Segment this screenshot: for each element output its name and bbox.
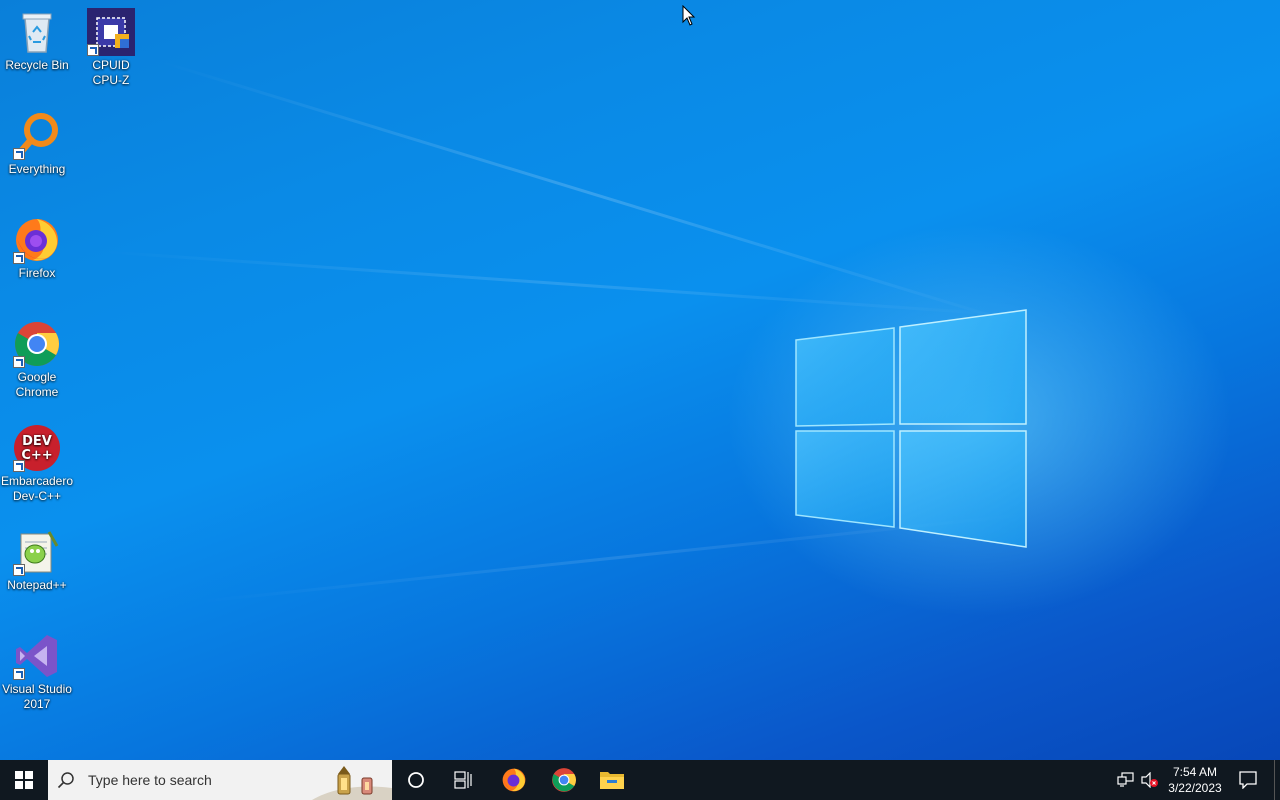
volume-muted-icon	[1141, 772, 1158, 788]
desktop-icon-label: Everything	[8, 162, 66, 176]
desktop-icon-recycle-bin[interactable]: Recycle Bin	[0, 8, 74, 73]
action-center-button[interactable]	[1230, 760, 1266, 800]
desktop-icon-cpuz[interactable]: CPUID CPU-Z	[74, 8, 148, 88]
recycle-bin-icon	[22, 13, 52, 53]
chrome-icon	[552, 768, 576, 792]
tray-network[interactable]	[1114, 760, 1138, 800]
desktop-icon-everything[interactable]: Everything	[0, 112, 74, 177]
taskbar-file-explorer[interactable]	[588, 760, 636, 800]
tray-volume[interactable]	[1138, 760, 1162, 800]
taskbar-clock[interactable]: 7:54 AM 3/22/2023	[1162, 760, 1228, 800]
shortcut-arrow-icon	[13, 252, 25, 264]
desktop-icon-label: Firefox	[18, 266, 56, 280]
taskbar-search-box[interactable]: Type here to search	[48, 760, 392, 800]
desktop-icon-chrome[interactable]: Google Chrome	[0, 320, 74, 400]
firefox-icon	[502, 768, 526, 792]
clock-date: 3/22/2023	[1168, 781, 1222, 795]
search-highlight-art-icon	[312, 766, 392, 800]
desktop-icon-label: Recycle Bin	[5, 58, 69, 72]
desktop-icon-label: Visual Studio 2017	[2, 682, 72, 711]
windows-logo-wallpaper	[795, 309, 1027, 548]
task-view-icon	[454, 771, 472, 789]
shortcut-arrow-icon	[13, 460, 25, 472]
search-icon	[48, 771, 84, 789]
taskbar-chrome[interactable]	[540, 760, 588, 800]
file-explorer-icon	[600, 772, 624, 789]
shortcut-arrow-icon	[13, 148, 25, 160]
task-view-button[interactable]	[440, 760, 488, 800]
taskbar-firefox[interactable]	[490, 760, 538, 800]
desktop-icon-visual-studio[interactable]: Visual Studio 2017	[0, 632, 74, 712]
desktop-icon-label: Google Chrome	[15, 370, 59, 399]
notification-icon	[1239, 771, 1257, 789]
desktop-icon-devcpp[interactable]: DEV C++ Embarcadero Dev-C++	[0, 424, 74, 504]
desktop-icon-firefox[interactable]: Firefox	[0, 216, 74, 281]
desktop-icon-label: CPUID CPU-Z	[92, 58, 130, 87]
network-icon	[1117, 772, 1134, 787]
devcpp-glyph-text: DEV	[22, 434, 52, 449]
shortcut-arrow-icon	[13, 356, 25, 368]
clock-time: 7:54 AM	[1172, 765, 1218, 779]
desktop-background[interactable]: Recycle Bin CPUID CPU-Z Everything Firef…	[0, 0, 1280, 760]
start-button[interactable]	[0, 760, 48, 800]
shortcut-arrow-icon	[13, 668, 25, 680]
cortana-circle-icon	[408, 772, 424, 788]
taskbar: Type here to search 7:54 AM 3/22/2023	[0, 760, 1280, 800]
desktop-icon-label: Notepad++	[7, 578, 67, 592]
cortana-button[interactable]	[392, 760, 440, 800]
shortcut-arrow-icon	[13, 564, 25, 576]
windows-start-icon	[15, 771, 33, 789]
desktop-icon-notepadpp[interactable]: Notepad++	[0, 528, 74, 593]
shortcut-arrow-icon	[87, 44, 99, 56]
show-desktop-button[interactable]	[1274, 760, 1280, 800]
search-placeholder: Type here to search	[88, 772, 212, 788]
mouse-cursor-icon	[682, 5, 696, 26]
desktop-icon-label: Embarcadero Dev-C++	[0, 474, 74, 503]
devcpp-glyph-text: C++	[21, 448, 52, 463]
